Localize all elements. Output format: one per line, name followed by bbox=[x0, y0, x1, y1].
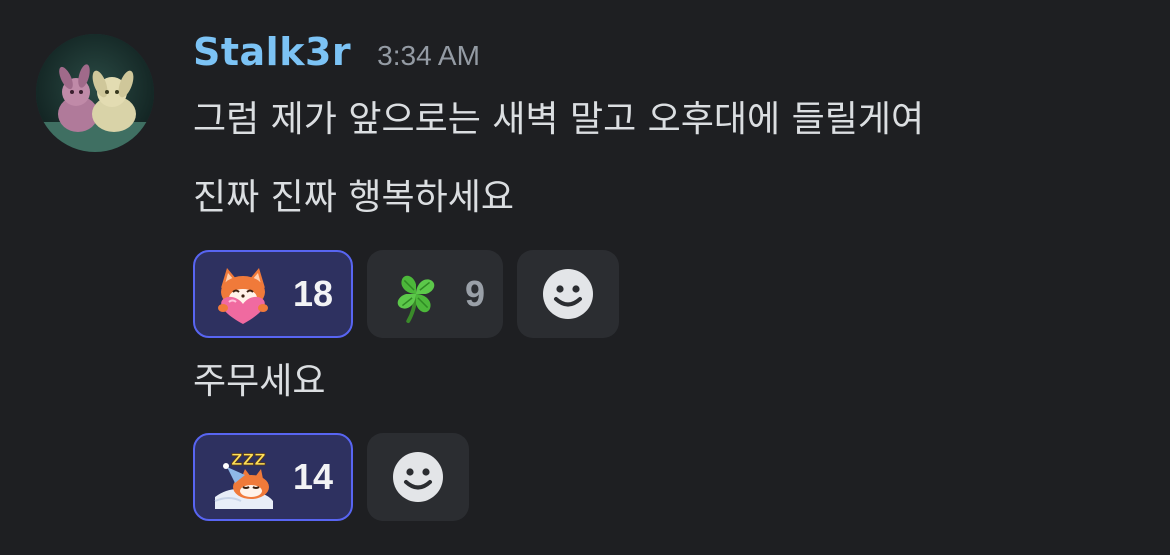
username[interactable]: Stalk3r bbox=[193, 30, 351, 74]
fox-heart-emoji bbox=[218, 268, 268, 324]
add-reaction-button[interactable] bbox=[367, 433, 469, 521]
avatar-image bbox=[36, 34, 154, 152]
reaction-count: 14 bbox=[293, 456, 334, 497]
smiley-add-icon bbox=[393, 452, 443, 502]
four-leaf-clover-emoji bbox=[397, 275, 435, 324]
timestamp[interactable]: 3:34 AM bbox=[377, 40, 480, 72]
reactions-bar: ZZZ 14 bbox=[193, 433, 469, 521]
reaction-count: 9 bbox=[464, 273, 485, 314]
smiley-add-icon bbox=[543, 269, 593, 319]
message-text: 그럼 제가 앞으로는 새벽 말고 오후대에 들릴게여 bbox=[193, 99, 925, 140]
svg-text:ZZZ: ZZZ bbox=[231, 450, 266, 469]
message-text: 진짜 진짜 행복하세요 bbox=[193, 177, 514, 218]
add-reaction-button[interactable] bbox=[517, 250, 619, 338]
reaction-button[interactable]: 9 bbox=[367, 250, 503, 338]
message-header: Stalk3r 3:34 AM bbox=[193, 30, 480, 86]
message-text: 주무세요 bbox=[193, 361, 326, 402]
reactions-bar: 18 9 bbox=[193, 250, 619, 338]
reaction-count: 18 bbox=[293, 273, 334, 314]
sleeping-fox-emoji: ZZZ bbox=[214, 450, 273, 509]
avatar[interactable] bbox=[36, 34, 154, 152]
reaction-button[interactable]: ZZZ 14 bbox=[193, 433, 353, 521]
reaction-button[interactable]: 18 bbox=[193, 250, 353, 338]
